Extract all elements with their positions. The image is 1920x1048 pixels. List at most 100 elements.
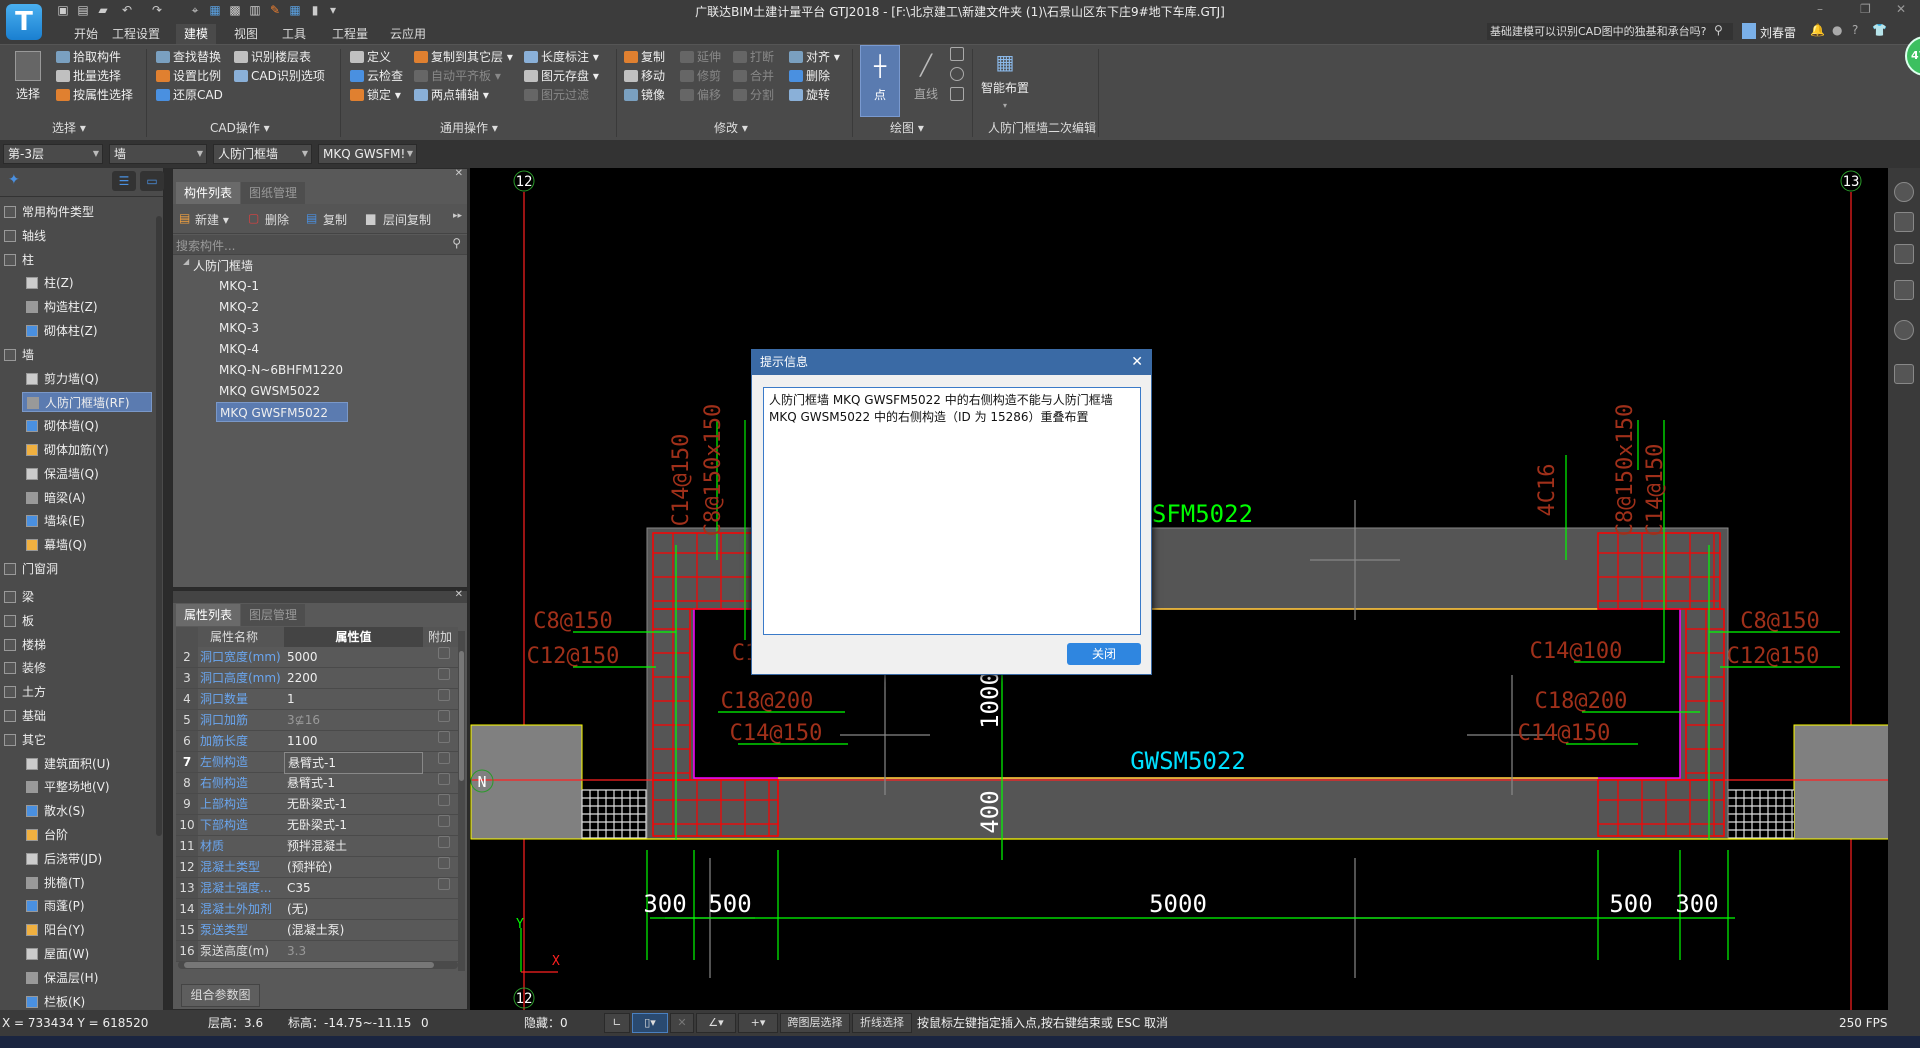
close-panel-icon[interactable]: ✕ xyxy=(455,168,463,179)
extra-checkbox[interactable] xyxy=(438,794,450,806)
property-value[interactable]: 预拌混凝土 xyxy=(284,836,423,856)
tab-component-list[interactable]: 构件列表 xyxy=(176,182,241,204)
list-view-icon[interactable]: ☰ xyxy=(112,171,136,191)
plan-view-icon[interactable] xyxy=(1894,244,1914,264)
property-row[interactable]: 6 加筋长度 1100 xyxy=(176,731,458,752)
help-icon[interactable]: ? xyxy=(1852,23,1858,37)
nav-item[interactable]: 剪力墙(Q) xyxy=(22,369,99,389)
nav-item[interactable]: 板 xyxy=(4,611,34,631)
nav-item[interactable]: 砌体柱(Z) xyxy=(22,321,98,341)
panel-view-icon[interactable]: ▭ xyxy=(140,171,164,191)
nav-item[interactable]: 挑檐(T) xyxy=(22,873,85,893)
nav-item[interactable]: 常用构件类型 xyxy=(4,202,94,222)
insert-point-icon[interactable]: +▾ xyxy=(738,1013,778,1033)
ribbon-item-0-2[interactable]: 批量选择 xyxy=(56,67,121,85)
angle-icon[interactable]: ∠▾ xyxy=(696,1013,736,1033)
property-row[interactable]: 14 混凝土外加剂 (无) xyxy=(176,899,458,920)
nav-item[interactable]: 散水(S) xyxy=(22,801,85,821)
ribbon-item-3-8[interactable]: 镜像 xyxy=(624,86,665,104)
property-value[interactable]: (预拌砼) xyxy=(284,857,423,877)
ribbon-item-1-2[interactable]: 设置比例 xyxy=(156,67,221,85)
nav-item[interactable]: 幕墙(Q) xyxy=(22,535,87,555)
selector-1[interactable]: 墙 ▼ xyxy=(109,144,207,164)
property-value[interactable]: 5000 xyxy=(284,647,423,667)
polyline-select-button[interactable]: 折线选择 xyxy=(852,1013,912,1033)
draw-point-button[interactable]: ┼ 点 xyxy=(860,45,900,117)
property-value[interactable]: C35 xyxy=(284,878,423,898)
cad-drawing[interactable]: 12 1312C14@150 C8@150x150C8@150C12@150C18@… xyxy=(470,168,1888,1010)
property-value[interactable]: 悬臂式-1 xyxy=(284,752,423,774)
smart-layout-button[interactable]: ▦ 智能布置 ▾ xyxy=(978,45,1032,117)
nav-item[interactable]: 屋面(W) xyxy=(22,944,89,964)
ribbon-item-3-2[interactable]: 打断 xyxy=(733,48,774,66)
nav-item[interactable]: 后浇带(JD) xyxy=(22,849,102,869)
nav-item[interactable]: 墙垛(E) xyxy=(22,511,85,531)
extra-checkbox[interactable] xyxy=(438,878,450,890)
ribbon-item-0-1[interactable]: 拾取构件 xyxy=(56,48,121,66)
add-icon[interactable]: ✦ xyxy=(8,172,20,188)
property-row[interactable]: 4 洞口数量 1 xyxy=(176,689,458,710)
tab-property-list[interactable]: 属性列表 xyxy=(176,604,241,626)
property-value[interactable]: 1100 xyxy=(284,731,423,751)
property-row[interactable]: 2 洞口宽度(mm) 5000 xyxy=(176,647,458,668)
close-icon[interactable]: ✕ xyxy=(1896,2,1906,16)
component-item[interactable]: MKQ-4 xyxy=(219,339,259,359)
component-search-input[interactable]: 搜索构件... ⚲ xyxy=(173,235,467,255)
nav-item[interactable]: 门窗洞 xyxy=(4,559,58,579)
nav-item[interactable]: 保温墙(Q) xyxy=(22,464,99,484)
nav-item[interactable]: 土方 xyxy=(4,682,46,702)
nav-item[interactable]: 柱(Z) xyxy=(22,273,74,293)
nav-item[interactable]: 建筑面积(U) xyxy=(22,754,110,774)
search-icon[interactable]: ⚲ xyxy=(452,236,461,250)
ribbon-item-2-6[interactable]: 锁定 ▾ xyxy=(350,86,401,104)
dynamic-input-icon[interactable]: ✕ xyxy=(670,1013,694,1033)
ribbon-item-1-4[interactable]: 还原CAD xyxy=(156,86,223,104)
select-button[interactable]: 选择 xyxy=(8,49,48,109)
minimize-icon[interactable]: – xyxy=(1817,2,1823,16)
component-item[interactable]: MKQ-N~6BHFM1220 xyxy=(219,360,343,380)
horizontal-scrollbar[interactable] xyxy=(178,961,458,969)
ortho-icon[interactable]: ∟ xyxy=(604,1013,630,1033)
ribbon-item-1-0[interactable]: 查找替换 xyxy=(156,48,221,66)
extra-checkbox[interactable] xyxy=(438,857,450,869)
collapse-arrow-icon[interactable]: ◢ xyxy=(183,257,189,266)
tab-1[interactable]: 工程设置 xyxy=(104,24,168,44)
ribbon-item-2-4[interactable]: 自动平齐板 ▾ xyxy=(414,67,501,85)
nav-item[interactable]: 柱 xyxy=(4,250,34,270)
ribbon-item-2-7[interactable]: 两点辅轴 ▾ xyxy=(414,86,489,104)
property-value[interactable]: 3.3 xyxy=(284,941,423,961)
ribbon-item-2-1[interactable]: 复制到其它层 ▾ xyxy=(414,48,513,66)
property-scrollbar[interactable] xyxy=(458,631,465,971)
property-row[interactable]: 13 混凝土强度... C35 xyxy=(176,878,458,899)
property-value[interactable]: 悬臂式-1 xyxy=(284,773,423,793)
cross-layer-select-button[interactable]: 跨图层选择 xyxy=(780,1013,850,1033)
property-value[interactable]: (无) xyxy=(284,899,423,919)
extra-checkbox[interactable] xyxy=(438,836,450,848)
property-row[interactable]: 11 材质 预拌混凝土 xyxy=(176,836,458,857)
property-row[interactable]: 3 洞口高度(mm) 2200 xyxy=(176,668,458,689)
nav-item[interactable]: 装修 xyxy=(4,658,46,678)
rotate-icon[interactable] xyxy=(1894,320,1914,340)
extra-checkbox[interactable] xyxy=(438,689,450,701)
property-row[interactable]: 9 上部构造 无卧梁式-1 xyxy=(176,794,458,815)
nav-item[interactable]: 雨蓬(P) xyxy=(22,896,85,916)
user-name[interactable]: 刘春雷 xyxy=(1760,24,1796,41)
nav-item[interactable]: 栏板(K) xyxy=(22,992,85,1012)
ribbon-item-2-2[interactable]: 长度标注 ▾ xyxy=(524,48,599,66)
property-row[interactable]: 10 下部构造 无卧梁式-1 xyxy=(176,815,458,836)
nav-scrollbar[interactable] xyxy=(156,216,162,836)
tab-0[interactable]: 开始 xyxy=(66,24,106,44)
ribbon-item-3-6[interactable]: 合并 xyxy=(733,67,774,85)
property-row[interactable]: 7 左侧构造 悬臂式-1 xyxy=(176,752,458,774)
component-item[interactable]: MKQ-3 xyxy=(219,318,259,338)
extra-checkbox[interactable] xyxy=(438,773,450,785)
component-item[interactable]: MKQ-2 xyxy=(219,297,259,317)
copy-button[interactable]: 复制 xyxy=(323,211,347,228)
selector-3[interactable]: MKQ GWSFM! ▼ xyxy=(318,144,417,164)
ribbon-item-2-3[interactable]: 云检查 xyxy=(350,67,403,85)
draw-line-button[interactable]: ╱ 直线 xyxy=(906,45,946,117)
floor-copy-button[interactable]: 层间复制 xyxy=(383,211,431,228)
arc-icon[interactable] xyxy=(950,47,964,61)
tab-5[interactable]: 工程量 xyxy=(324,24,376,44)
nav-item[interactable]: 基础 xyxy=(4,706,46,726)
